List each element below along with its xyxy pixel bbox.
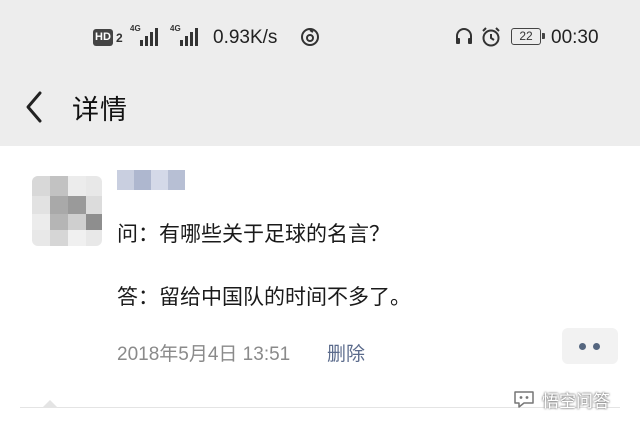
more-dots-icon: [579, 343, 586, 350]
post-timestamp: 2018年5月4日 13:51: [117, 344, 291, 365]
more-options-button[interactable]: [562, 328, 618, 364]
delete-button[interactable]: 删除: [327, 339, 365, 366]
alarm-icon: [482, 27, 500, 47]
signal-strength-icon-2: 4G: [170, 24, 202, 48]
network-type-label-1: 4G: [130, 24, 141, 33]
chevron-left-icon[interactable]: [22, 89, 48, 125]
watermark-text: 悟空问答: [542, 391, 610, 412]
hd-voice-icon: HD: [93, 29, 113, 46]
battery-icon: 22: [511, 28, 545, 45]
watermark: 悟空问答: [512, 386, 610, 412]
clock: 00:30: [551, 27, 599, 48]
nav-bar: 详情: [0, 70, 640, 146]
status-bar: HD 2 4G 4G 0.93K/s 22 00:30: [0, 0, 640, 70]
answer-text: 答：留给中国队的时间不多了。: [117, 285, 411, 309]
network-speed: 0.93K/s: [213, 27, 278, 48]
page-title: 详情: [72, 95, 128, 126]
network-type-label-2: 4G: [170, 24, 181, 33]
chat-bubble-icon: [514, 391, 534, 408]
signal-strength-icon-1: 4G: [130, 24, 162, 48]
post-card: 问：有哪些关于足球的名言？ 答：留给中国队的时间不多了。 2018年5月4日 1…: [0, 146, 640, 421]
headset-icon: [456, 28, 472, 44]
username-blurred[interactable]: [117, 170, 185, 190]
question-text: 问：有哪些关于足球的名言？: [117, 222, 390, 246]
hd-voice-sim-number: 2: [116, 31, 123, 45]
avatar[interactable]: [32, 176, 102, 246]
music-app-icon: [301, 28, 319, 46]
